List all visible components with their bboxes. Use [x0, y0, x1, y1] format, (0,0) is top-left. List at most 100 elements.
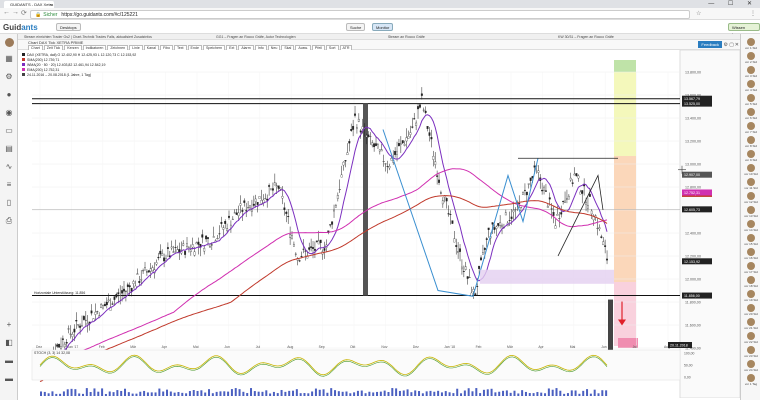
- browser-tab[interactable]: GUIDANTS - DAX Xetra ×: [4, 1, 54, 8]
- forward-icon[interactable]: →: [12, 9, 19, 16]
- volume-bar: [196, 390, 199, 396]
- volume-bar: [341, 391, 344, 396]
- premium-button[interactable]: Wissen Logon: [728, 23, 760, 37]
- volume-bar: [238, 389, 241, 396]
- stream-post-item[interactable]: vor 4 Std: [744, 80, 758, 92]
- maximize-icon[interactable]: ▢: [729, 42, 734, 48]
- stream-post-item[interactable]: vor 22 Std: [744, 332, 758, 344]
- stream-post-item[interactable]: vor 3 Std: [744, 66, 758, 78]
- volume-bar: [551, 389, 554, 396]
- volume-bar: [269, 393, 272, 396]
- candle-body: [367, 134, 370, 137]
- candle-body: [373, 143, 376, 148]
- tab-close-icon[interactable]: ×: [50, 1, 52, 8]
- volume-bar: [444, 391, 447, 396]
- stream-post-item[interactable]: vor 11 Std: [744, 178, 758, 190]
- avatar: [747, 262, 755, 270]
- candle-body: [203, 247, 206, 252]
- avatar: [747, 192, 755, 200]
- chart-icon[interactable]: ∿: [4, 162, 14, 172]
- stream-post-item[interactable]: vor 9 Std: [744, 150, 758, 162]
- candle-body: [249, 205, 251, 208]
- monitor-icon[interactable]: ▭: [4, 126, 14, 136]
- add-icon[interactable]: +: [4, 320, 14, 330]
- post-time: vor 17 Std: [744, 270, 758, 274]
- legend-entry: EMA(200) 12.752,31: [27, 68, 59, 72]
- candle-body: [237, 212, 240, 216]
- eye-icon[interactable]: ◉: [4, 108, 14, 118]
- stream-post-item[interactable]: vor 1 Std: [744, 38, 758, 50]
- guidants-logo[interactable]: Guidants: [3, 23, 38, 32]
- folder-icon-2[interactable]: ▬: [4, 374, 14, 384]
- volume-bar: [253, 391, 256, 396]
- stream-post-item[interactable]: vor 8 Std: [744, 136, 758, 148]
- desktops-button[interactable]: Desktops: [56, 23, 81, 31]
- volume-bar: [563, 393, 566, 396]
- dax-chart-panel[interactable]: 13.800,00 13.600,00 13.400,00 13.200,00 13.0…: [18, 50, 740, 398]
- folder-icon[interactable]: ▬: [4, 356, 14, 366]
- stream-post-item[interactable]: vor 5 Std: [744, 94, 758, 106]
- candle-body: [386, 165, 389, 167]
- stream-post-item[interactable]: vor 21 Std: [744, 318, 758, 330]
- stream-post-item[interactable]: vor 19 Std: [744, 290, 758, 302]
- print-icon[interactable]: ⎙: [4, 216, 14, 226]
- settings-icon[interactable]: ⚙: [724, 42, 728, 48]
- x-tick-label: Apr: [538, 345, 544, 349]
- avatar-icon[interactable]: [4, 38, 14, 48]
- candle-body: [600, 236, 603, 238]
- volume-bar: [368, 391, 371, 396]
- price-label: 12.907,00: [684, 173, 700, 177]
- candle-body: [254, 198, 257, 202]
- document-icon[interactable]: ▯: [4, 198, 14, 208]
- stream-post-item[interactable]: vor 15 Std: [744, 234, 758, 246]
- volume-bar: [326, 392, 329, 396]
- layers-icon[interactable]: ◧: [4, 338, 14, 348]
- bookmark-star-icon[interactable]: ☆: [696, 10, 701, 17]
- candle-body: [552, 212, 555, 216]
- stream-post-item[interactable]: vor 18 Std: [744, 276, 758, 288]
- stream-post-item[interactable]: vor 6 Std: [744, 108, 758, 120]
- stream-post-item[interactable]: vor 16 Std: [744, 248, 758, 260]
- candle-body: [121, 290, 124, 294]
- list-icon[interactable]: ≡: [4, 180, 14, 190]
- candle-body: [352, 126, 355, 130]
- stream-post-item[interactable]: vor 12 Std: [744, 192, 758, 204]
- stream-post-item[interactable]: vor 2 Std: [744, 52, 758, 64]
- stream-post-item[interactable]: vor 13 Std: [744, 206, 758, 218]
- calendar-icon[interactable]: ▤: [4, 144, 14, 154]
- candle-body: [485, 238, 488, 240]
- stream-post-item[interactable]: vor 20 Std: [744, 304, 758, 316]
- volume-bar: [169, 391, 172, 396]
- y-tick-label: 12.800,00: [685, 186, 701, 190]
- search-button[interactable]: Suche: [346, 23, 366, 31]
- stream-post-item[interactable]: vor 14 Std: [744, 220, 758, 232]
- gear-icon[interactable]: ⚙: [4, 72, 14, 82]
- dax-chart-svg[interactable]: 13.800,0013.600,0013.400,0013.200,0013.0…: [18, 50, 740, 398]
- grid-icon[interactable]: ▦: [4, 54, 14, 64]
- candle-body: [493, 227, 496, 230]
- stream-post-item[interactable]: vor 7 Std: [744, 122, 758, 134]
- post-time: vor 4 Std: [744, 88, 757, 92]
- avatar: [747, 248, 755, 256]
- candle-body: [216, 238, 219, 240]
- candle-body: [522, 192, 524, 195]
- window-controls[interactable]: — ☐ ✕: [708, 0, 758, 8]
- candle-body: [604, 245, 607, 247]
- stream-post-item[interactable]: vor 1 Tag: [744, 374, 758, 386]
- stream-post-item[interactable]: vor 24 Std: [744, 360, 758, 372]
- feedback-button[interactable]: Feedback: [698, 41, 722, 48]
- user-icon[interactable]: ●: [4, 90, 14, 100]
- candle-body: [250, 209, 253, 212]
- stream-post-item[interactable]: vor 10 Std: [744, 164, 758, 176]
- address-bar[interactable]: 🔒 Sicher https://go.guidants.com/#c/125221: [30, 10, 690, 19]
- stream-post-item[interactable]: vor 23 Std: [744, 346, 758, 358]
- reload-icon[interactable]: ⟳: [21, 9, 27, 17]
- candle-body: [441, 200, 444, 205]
- monitor-button[interactable]: Monitor: [372, 23, 394, 31]
- stream-post-item[interactable]: vor 17 Std: [744, 262, 758, 274]
- post-time: vor 12 Std: [744, 200, 758, 204]
- browser-menu-icon[interactable]: ⋮: [750, 10, 756, 17]
- close-icon[interactable]: ✕: [735, 42, 739, 48]
- back-icon[interactable]: ←: [3, 9, 10, 16]
- volume-bar: [150, 392, 153, 396]
